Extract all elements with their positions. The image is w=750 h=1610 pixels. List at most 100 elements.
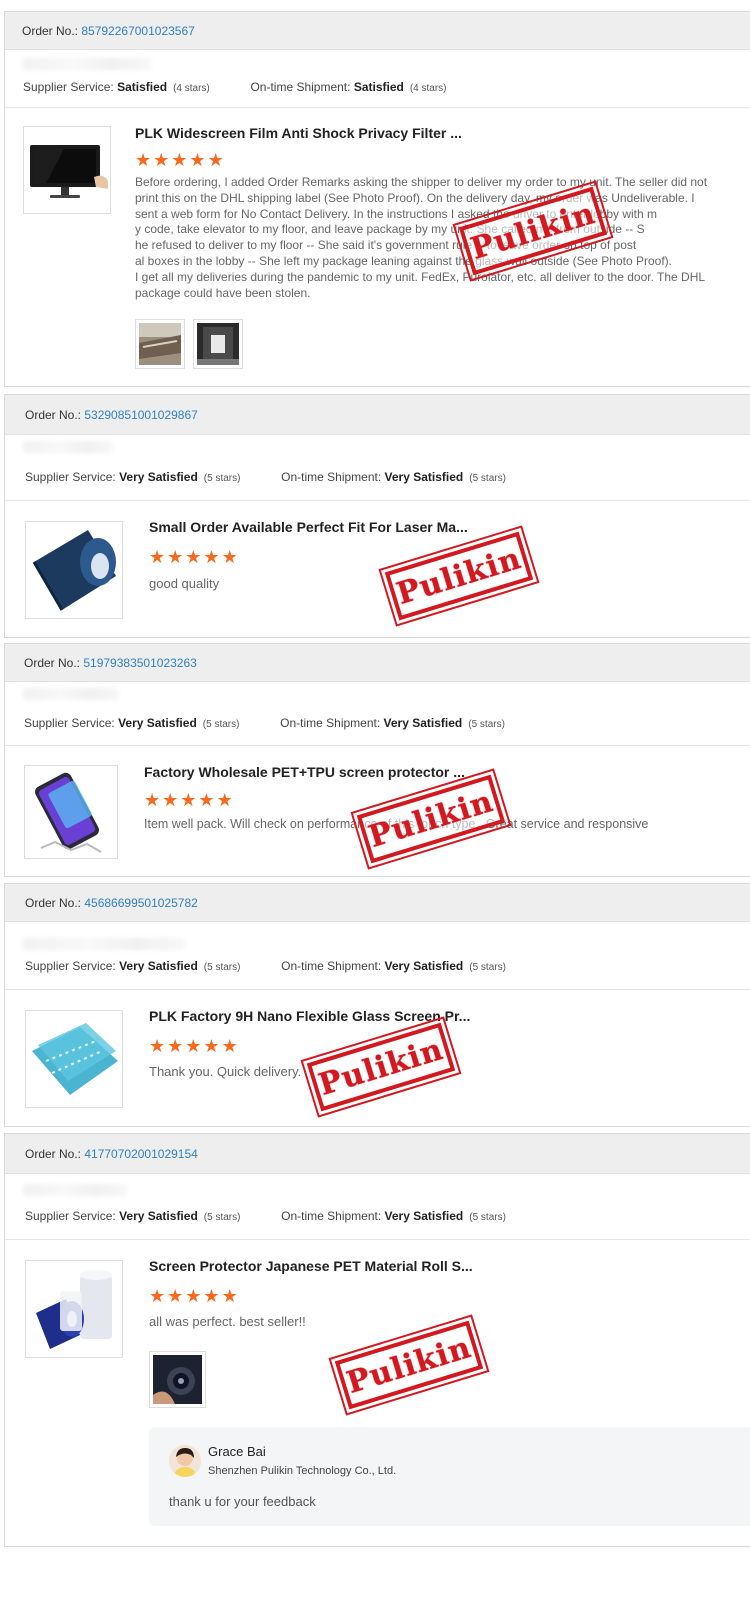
review-photo[interactable] — [149, 1351, 206, 1408]
supplier-service-value: Very Satisfied — [119, 959, 198, 973]
review-text: all was perfect. best seller!! — [149, 1314, 306, 1330]
star-icon: ★ — [180, 790, 197, 810]
supplier-service-label: Supplier Service: — [24, 716, 115, 730]
monitor-privacy-filter-image — [30, 145, 108, 198]
star-icon: ★ — [167, 1036, 184, 1056]
review-text: Thank you. Quick delivery. — [149, 1064, 301, 1080]
package-photo-image — [139, 323, 181, 365]
ontime-shipment-value: Very Satisfied — [384, 1209, 464, 1223]
order-header: Order No.: 85792267001023567 — [5, 12, 750, 50]
divider — [5, 745, 750, 746]
camera-lens-photo-image — [153, 1355, 202, 1404]
star-rating: ★ ★ ★ ★ ★ — [149, 1287, 238, 1305]
star-icon: ★ — [198, 790, 215, 810]
review-line: all was perfect. best seller!! — [149, 1314, 306, 1329]
ontime-shipment-stars: (4 stars) — [409, 83, 447, 94]
supplier-service-stars: (4 stars) — [173, 83, 210, 94]
product-thumbnail[interactable] — [25, 1260, 123, 1358]
pulikin-watermark-stamp: Pulikin — [379, 522, 539, 630]
star-icon: ★ — [221, 547, 238, 567]
star-icon: ★ — [203, 547, 220, 567]
order-header: Order No.: 53290851001029867 — [5, 395, 750, 435]
star-icon: ★ — [144, 790, 161, 810]
order-header: Order No.: 51979383501023263 — [5, 644, 750, 682]
star-icon: ★ — [153, 150, 170, 170]
review-line: al boxes in the lobby -- She left my pac… — [135, 253, 672, 268]
ontime-shipment-stars: (5 stars) — [469, 473, 506, 484]
order-no-label: Order No.: — [25, 407, 82, 422]
supplier-service-value: Very Satisfied — [119, 1209, 198, 1223]
ontime-shipment-stars: (5 stars) — [469, 962, 506, 973]
review-line: Thank you. Quick delivery. — [149, 1064, 302, 1079]
product-thumbnail[interactable] — [25, 521, 123, 619]
order-no-label: Order No.: — [22, 23, 79, 38]
order-number-link[interactable]: 85792267001023567 — [81, 24, 194, 38]
ontime-shipment-label: On-time Shipment: — [250, 80, 351, 94]
order-header: Order No.: 45686699501025782 — [5, 884, 750, 922]
order-number-link[interactable]: 53290851001029867 — [84, 408, 197, 422]
star-icon: ★ — [185, 547, 202, 567]
review-line: I get all my deliveries during the pande… — [135, 269, 706, 284]
supplier-service-stars: (5 stars) — [203, 962, 241, 973]
order-number-link[interactable]: 51979383501023263 — [83, 656, 196, 670]
phone-screen-protector-image — [35, 772, 102, 853]
order-card: Order No.: 53290851001029867 Supplier Se… — [4, 394, 750, 638]
star-icon: ★ — [167, 1286, 184, 1306]
service-ratings: Supplier Service: Very Satisfied (5 stars… — [25, 1209, 506, 1223]
supplier-service-stars: (5 stars) — [203, 473, 241, 484]
service-ratings: Supplier Service: Very Satisfied (5 stars… — [24, 716, 505, 730]
ontime-shipment-value: Very Satisfied — [384, 959, 464, 973]
review-line: package could have been stolen. — [135, 285, 311, 300]
ontime-shipment-label: On-time Shipment: — [281, 470, 382, 484]
order-card: Order No.: 85792267001023567 Supplier Se… — [4, 11, 750, 387]
star-icon: ★ — [149, 1286, 166, 1306]
pet-film-rolls-image — [36, 1270, 112, 1349]
ontime-shipment-label: On-time Shipment: — [281, 1209, 382, 1223]
order-number-link[interactable]: 45686699501025782 — [84, 896, 197, 910]
product-thumbnail[interactable] — [25, 1010, 123, 1108]
order-no-label: Order No.: — [25, 895, 82, 910]
product-title-link[interactable]: Factory Wholesale PET+TPU screen protect… — [144, 764, 465, 780]
ontime-shipment-value: Satisfied — [353, 80, 404, 94]
pulikin-watermark-stamp: Pulikin — [301, 1013, 461, 1121]
order-number-link[interactable]: 41770702001029154 — [84, 1147, 197, 1161]
pulikin-watermark-stamp: Pulikin — [329, 1311, 489, 1419]
ontime-shipment-label: On-time Shipment: — [281, 959, 382, 973]
star-icon: ★ — [221, 1036, 238, 1056]
supplier-service-label: Supplier Service: — [25, 959, 116, 973]
doorway-photo-image — [197, 323, 239, 365]
star-rating: ★ ★ ★ ★ ★ — [149, 1037, 238, 1055]
order-no-label: Order No.: — [24, 655, 81, 670]
product-title-link[interactable]: Screen Protector Japanese PET Material R… — [149, 1258, 473, 1274]
review-text: good quality — [149, 576, 219, 592]
product-title-link[interactable]: PLK Factory 9H Nano Flexible Glass Scree… — [149, 1008, 470, 1024]
supplier-service-label: Supplier Service: — [23, 80, 114, 94]
supplier-service-value: Very Satisfied — [119, 470, 198, 484]
product-thumbnail[interactable] — [23, 126, 111, 214]
review-line: good quality — [149, 576, 220, 591]
review-photo[interactable] — [193, 319, 243, 369]
service-ratings: Supplier Service: Very Satisfied (5 stars… — [25, 470, 506, 484]
ontime-shipment-value: Very Satisfied — [384, 470, 464, 484]
person-avatar-icon — [169, 1445, 201, 1477]
review-line: print this on the DHL shipping label (Se… — [135, 190, 695, 205]
star-icon: ★ — [162, 790, 179, 810]
supplier-service-label: Supplier Service: — [25, 1209, 116, 1223]
review-photo[interactable] — [135, 319, 185, 369]
star-icon: ★ — [189, 150, 206, 170]
pulikin-watermark-stamp: Pulikin — [351, 765, 511, 873]
star-icon: ★ — [149, 547, 166, 567]
product-title-link[interactable]: Small Order Available Perfect Fit For La… — [149, 519, 468, 535]
review-line: y code, take elevator to my floor, and l… — [135, 222, 645, 237]
star-icon: ★ — [167, 547, 184, 567]
review-line: Before ordering, I added Order Remarks a… — [135, 175, 708, 189]
supplier-service-label: Supplier Service: — [25, 470, 116, 484]
product-thumbnail[interactable] — [24, 765, 118, 859]
product-title-link[interactable]: PLK Widescreen Film Anti Shock Privacy F… — [135, 125, 462, 141]
service-ratings: Supplier Service: Very Satisfied (5 stars… — [25, 959, 506, 973]
star-icon: ★ — [135, 150, 152, 170]
star-icon: ★ — [216, 790, 233, 810]
star-icon: ★ — [171, 150, 188, 170]
order-card: Order No.: 41770702001029154 Supplier Se… — [4, 1133, 750, 1547]
star-icon: ★ — [149, 1036, 166, 1056]
